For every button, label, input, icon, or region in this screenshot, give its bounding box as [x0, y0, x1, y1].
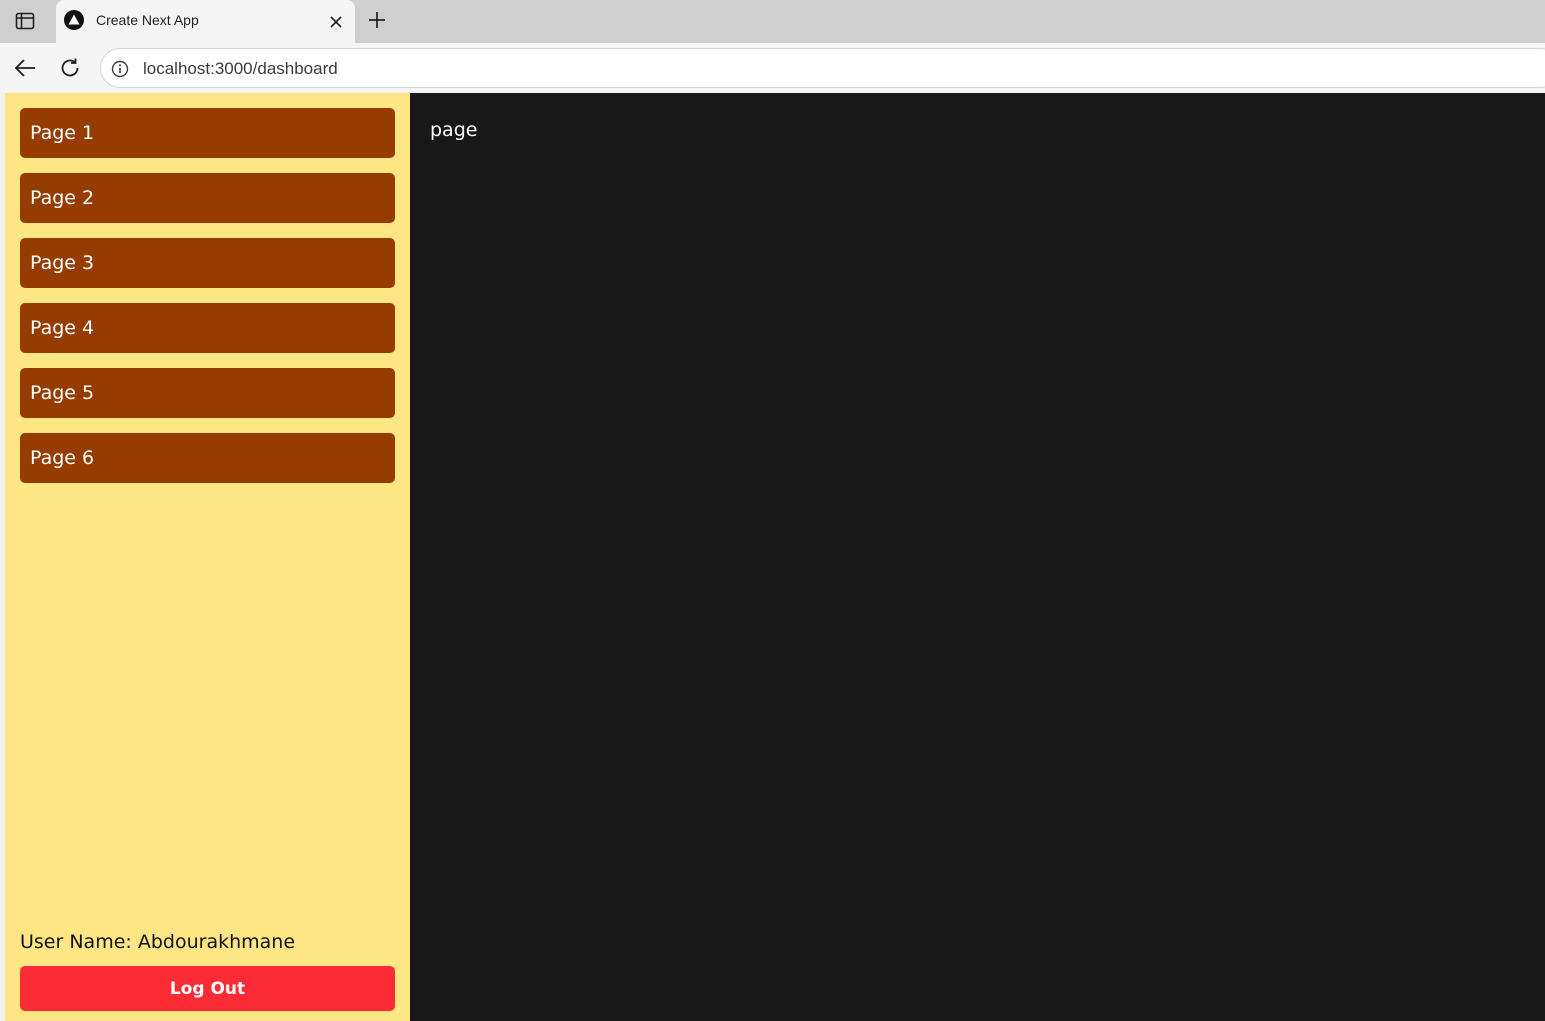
browser-toolbar: localhost:3000/dashboard	[0, 43, 1545, 92]
logout-button[interactable]: Log Out	[20, 966, 395, 1011]
site-info-icon[interactable]	[110, 59, 130, 79]
sidebar-item-page-5[interactable]: Page 5	[20, 368, 395, 418]
sidebar: Page 1 Page 2 Page 3 Page 4 Page 5 Page …	[5, 93, 410, 1021]
sidebar-item-page-4[interactable]: Page 4	[20, 303, 395, 353]
nextjs-triangle-icon	[64, 10, 84, 30]
reload-icon[interactable]	[54, 52, 86, 84]
user-name-label: User Name: Abdourakhmane	[20, 931, 296, 953]
url-text: localhost:3000/dashboard	[143, 59, 338, 78]
main-content: page	[410, 93, 1545, 1021]
tab-actions-icon[interactable]	[8, 6, 42, 36]
browser-tab[interactable]: Create Next App	[56, 0, 355, 43]
sidebar-nav: Page 1 Page 2 Page 3 Page 4 Page 5 Page …	[20, 108, 395, 498]
sidebar-item-page-2[interactable]: Page 2	[20, 173, 395, 223]
close-icon[interactable]	[324, 10, 348, 34]
tab-title: Create Next App	[96, 12, 199, 28]
sidebar-item-page-6[interactable]: Page 6	[20, 433, 395, 483]
page-viewport: Page 1 Page 2 Page 3 Page 4 Page 5 Page …	[0, 92, 1545, 1021]
back-arrow-icon[interactable]	[9, 52, 41, 84]
new-tab-plus-icon[interactable]	[362, 5, 392, 35]
browser-tab-strip: Create Next App	[0, 0, 1545, 43]
sidebar-item-page-1[interactable]: Page 1	[20, 108, 395, 158]
address-bar[interactable]: localhost:3000/dashboard	[100, 48, 1545, 88]
sidebar-item-page-3[interactable]: Page 3	[20, 238, 395, 288]
page-content-text: page	[430, 119, 478, 141]
